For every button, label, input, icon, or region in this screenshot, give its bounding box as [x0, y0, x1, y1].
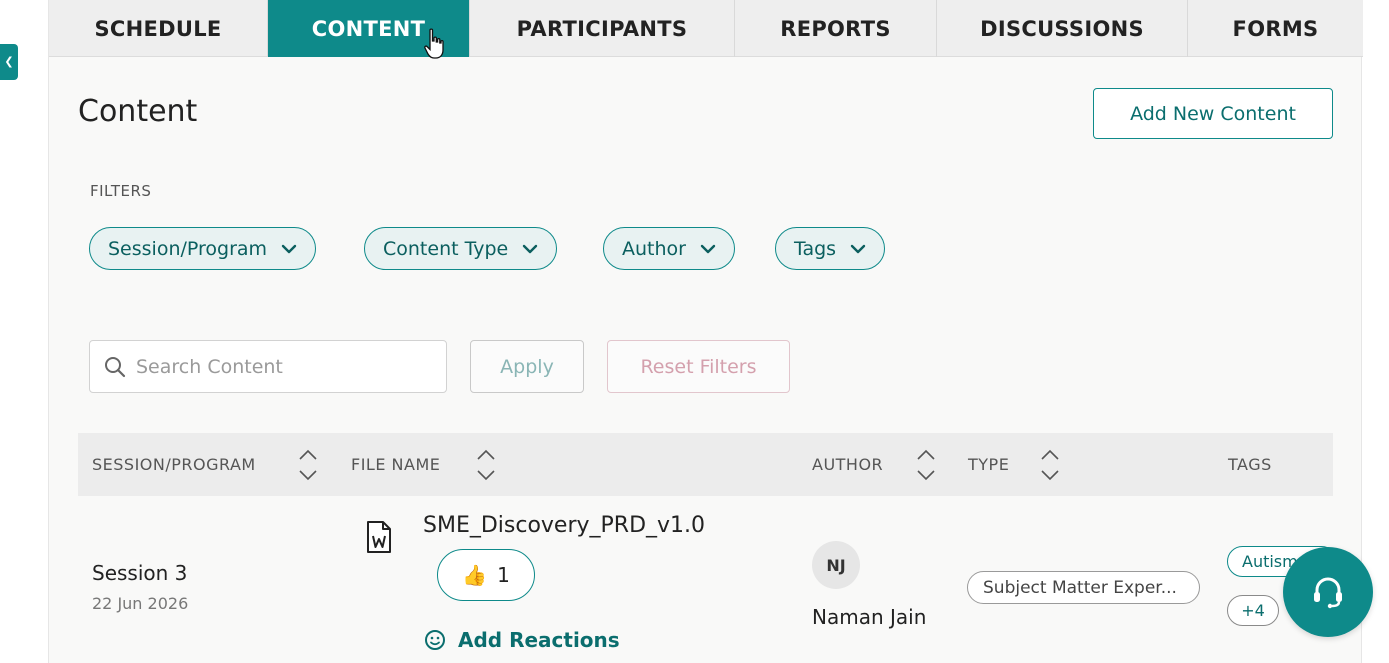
reaction-button[interactable]: 👍 1 — [437, 549, 535, 601]
smiley-icon — [425, 630, 445, 650]
tab-schedule[interactable]: SCHEDULE — [49, 0, 268, 57]
sort-icon[interactable] — [915, 445, 937, 485]
add-reactions-button[interactable]: Add Reactions — [424, 628, 620, 652]
sort-icon[interactable] — [297, 445, 319, 485]
column-header-file-name: FILE NAME — [351, 455, 441, 474]
filter-content-type[interactable]: Content Type — [364, 227, 558, 270]
search-input[interactable] — [136, 355, 426, 378]
author-name: Naman Jain — [812, 605, 927, 629]
filter-author[interactable]: Author — [603, 227, 735, 270]
tab-bar: SCHEDULE CONTENT PARTICIPANTS REPORTS DI… — [49, 0, 1363, 57]
type-badge: Subject Matter Exper... — [967, 571, 1200, 604]
reaction-count: 1 — [497, 563, 510, 587]
support-chat-button[interactable] — [1283, 547, 1373, 637]
word-document-icon — [367, 521, 391, 553]
reset-filters-button[interactable]: Reset Filters — [607, 340, 790, 393]
tab-content[interactable]: CONTENT — [268, 0, 470, 57]
filter-label: Content Type — [383, 237, 509, 260]
filter-label: Session/Program — [108, 237, 268, 260]
sort-icon[interactable] — [475, 445, 497, 485]
chevron-left-icon: ❮ — [4, 55, 14, 68]
add-new-content-button[interactable]: Add New Content — [1093, 88, 1333, 139]
filter-session-program[interactable]: Session/Program — [89, 227, 317, 270]
table-header: SESSION/PROGRAM FILE NAME AUTHOR TYPE TA… — [78, 433, 1333, 496]
file-name-link[interactable]: SME_Discovery_PRD_v1.0 — [423, 513, 705, 538]
column-header-session: SESSION/PROGRAM — [92, 455, 256, 474]
column-header-author: AUTHOR — [812, 455, 884, 474]
apply-button[interactable]: Apply — [470, 340, 584, 393]
filter-label: Author — [622, 237, 686, 260]
tab-participants[interactable]: PARTICIPANTS — [470, 0, 735, 57]
column-header-type: TYPE — [968, 455, 1010, 474]
filter-tags[interactable]: Tags — [775, 227, 886, 270]
search-box — [89, 340, 447, 393]
sort-icon[interactable] — [1039, 445, 1061, 485]
page-title: Content — [78, 94, 198, 129]
session-date: 22 Jun 2026 — [92, 594, 189, 613]
chevron-down-icon — [281, 244, 297, 253]
headset-icon — [1314, 577, 1342, 609]
more-tags-badge[interactable]: +4 — [1227, 595, 1279, 626]
chevron-down-icon — [523, 244, 538, 253]
column-header-tags: TAGS — [1228, 455, 1272, 474]
tab-discussions[interactable]: DISCUSSIONS — [937, 0, 1188, 57]
search-icon — [105, 356, 126, 377]
thumbs-up-icon: 👍 — [462, 563, 488, 587]
chevron-down-icon — [700, 244, 716, 253]
tab-reports[interactable]: REPORTS — [735, 0, 937, 57]
session-name: Session 3 — [92, 561, 188, 585]
sidebar-toggle[interactable]: ❮ — [0, 44, 18, 80]
avatar: NJ — [812, 541, 860, 589]
filters-label: FILTERS — [90, 182, 152, 200]
chevron-down-icon — [850, 244, 866, 253]
tab-forms[interactable]: FORMS — [1188, 0, 1363, 57]
add-reactions-label: Add Reactions — [458, 628, 620, 652]
filter-label: Tags — [794, 237, 837, 260]
